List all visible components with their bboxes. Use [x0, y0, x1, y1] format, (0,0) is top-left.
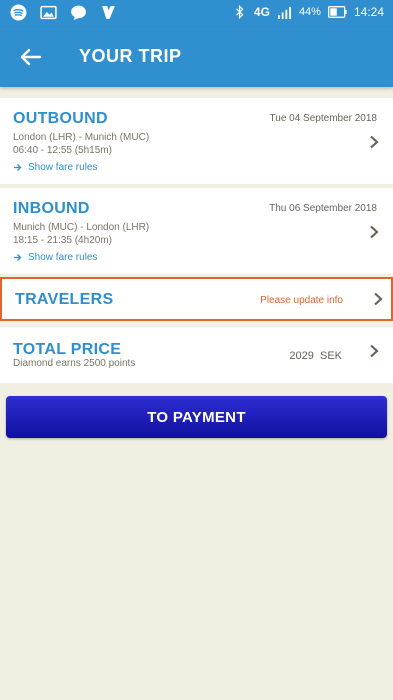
chevron-right-icon	[374, 292, 383, 306]
gallery-icon	[40, 5, 57, 20]
total-price-card[interactable]: TOTAL PRICE Diamond earns 2500 points 20…	[0, 327, 393, 383]
app-bar: YOUR TRIP	[0, 27, 393, 87]
outbound-card[interactable]: OUTBOUND Tue 04 September 2018 London (L…	[0, 98, 393, 184]
fare-rules-label: Show fare rules	[28, 252, 98, 263]
total-price-value: 2029 SEK	[289, 350, 342, 362]
outbound-route: London (LHR) - Munich (MUC)	[13, 132, 150, 143]
travelers-status: Please update info	[260, 295, 343, 306]
fare-rules-label: Show fare rules	[28, 162, 98, 173]
outbound-date: Tue 04 September 2018	[269, 113, 377, 124]
network-type: 4G	[253, 5, 270, 19]
spotify-icon	[10, 4, 27, 21]
inbound-title: INBOUND	[13, 200, 90, 217]
travelers-title: TRAVELERS	[15, 291, 114, 308]
chevron-right-icon	[370, 344, 379, 358]
travelers-card[interactable]: TRAVELERS Please update info	[0, 277, 393, 321]
inbound-times: 18:15 - 21:35 (4h20m)	[13, 235, 112, 246]
battery-icon	[328, 6, 347, 18]
inbound-fare-rules-link[interactable]: Show fare rules	[13, 252, 97, 263]
arrow-right-icon	[14, 254, 22, 261]
battery-percent: 44%	[298, 6, 321, 18]
outbound-times: 06:40 - 12:55 (5h15m)	[13, 145, 112, 156]
inbound-route: Munich (MUC) - London (LHR)	[13, 222, 150, 233]
points-earned: Diamond earns 2500 points	[13, 358, 136, 369]
chevron-right-icon	[370, 135, 379, 149]
outbound-title: OUTBOUND	[13, 110, 108, 127]
outbound-fare-rules-link[interactable]: Show fare rules	[13, 162, 97, 173]
signal-icon	[277, 6, 291, 19]
chevron-right-icon	[370, 225, 379, 239]
to-payment-button[interactable]: TO PAYMENT	[6, 396, 387, 438]
chat-icon	[71, 5, 86, 20]
status-bar: 4G 44% 14:24	[0, 0, 393, 27]
bluetooth-icon	[236, 5, 244, 19]
inbound-card[interactable]: INBOUND Thu 06 September 2018 Munich (MU…	[0, 188, 393, 274]
arrow-left-icon[interactable]	[16, 43, 46, 71]
inbound-date: Thu 06 September 2018	[269, 203, 377, 214]
arrow-right-icon	[14, 164, 22, 171]
clock: 14:24	[353, 5, 384, 19]
total-price-title: TOTAL PRICE	[13, 341, 122, 358]
page-title: YOUR TRIP	[79, 46, 182, 66]
app-check-icon	[102, 6, 115, 19]
